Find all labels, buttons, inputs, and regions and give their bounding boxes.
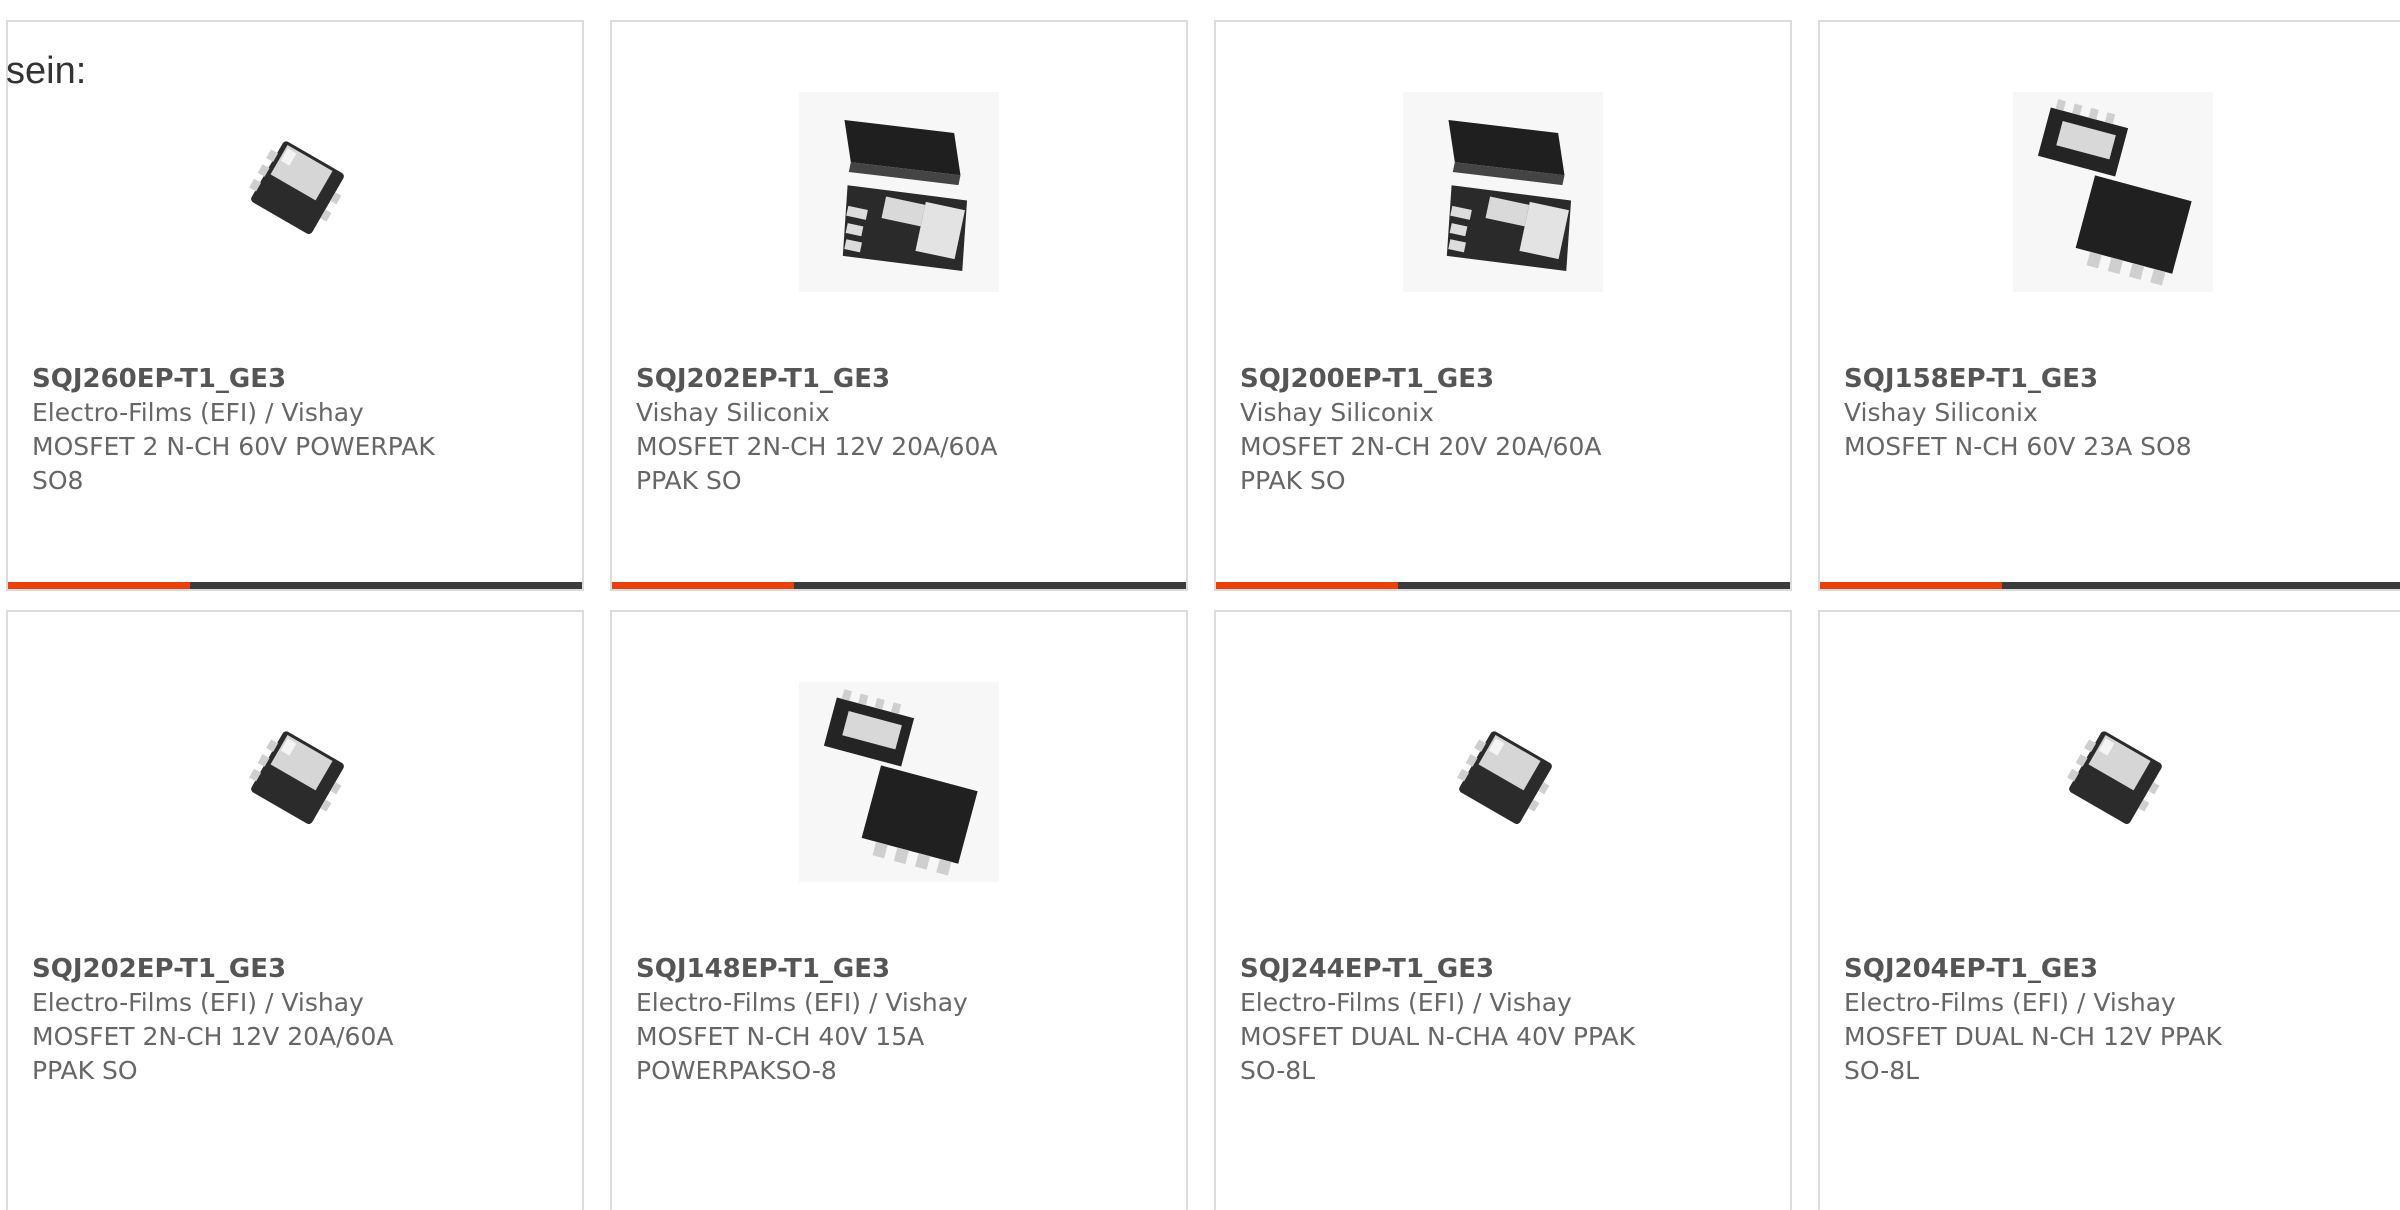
product-image[interactable] bbox=[1216, 672, 1790, 892]
part-number[interactable]: SQJ158EP-T1_GE3 bbox=[1844, 362, 2390, 396]
part-number[interactable]: SQJ202EP-T1_GE3 bbox=[32, 952, 566, 986]
manufacturer: Electro-Films (EFI) / Vishay bbox=[32, 398, 364, 427]
product-image[interactable] bbox=[612, 82, 1186, 302]
card-bottom-bar bbox=[1216, 582, 1790, 589]
product-description: MOSFET 2N-CH 12V 20A/60A PPAK SO bbox=[32, 1022, 394, 1085]
mosfet-single-package-icon bbox=[249, 141, 344, 235]
product-description: MOSFET 2N-CH 20V 20A/60A PPAK SO bbox=[1240, 432, 1602, 495]
intro-text: sein: bbox=[6, 50, 87, 92]
product-description: MOSFET 2 N-CH 60V POWERPAK SO8 bbox=[32, 432, 435, 495]
product-card[interactable]: SQJ202EP-T1_GE3 Vishay Siliconix MOSFET … bbox=[610, 20, 1188, 591]
product-description: MOSFET DUAL N-CH 12V PPAK SO-8L bbox=[1844, 1022, 2222, 1085]
product-description: MOSFET 2N-CH 12V 20A/60A PPAK SO bbox=[636, 432, 998, 495]
product-card[interactable]: SQJ204EP-T1_GE3 Electro-Films (EFI) / Vi… bbox=[1818, 610, 2400, 1210]
product-image[interactable] bbox=[8, 672, 582, 892]
mosfet-single-package-icon bbox=[1457, 731, 1552, 825]
card-bottom-bar bbox=[612, 582, 1186, 589]
part-number[interactable]: SQJ260EP-T1_GE3 bbox=[32, 362, 566, 396]
manufacturer: Electro-Films (EFI) / Vishay bbox=[1844, 988, 2176, 1017]
product-description: MOSFET N-CH 40V 15A POWERPAKSO-8 bbox=[636, 1022, 925, 1085]
product-image[interactable] bbox=[8, 82, 582, 302]
product-image[interactable] bbox=[1820, 672, 2400, 892]
mosfet-dual-view-package-icon bbox=[799, 92, 999, 292]
mosfet-single-package-icon bbox=[249, 731, 344, 825]
part-number[interactable]: SQJ204EP-T1_GE3 bbox=[1844, 952, 2390, 986]
manufacturer: Electro-Films (EFI) / Vishay bbox=[636, 988, 968, 1017]
product-image[interactable] bbox=[612, 672, 1186, 892]
manufacturer: Vishay Siliconix bbox=[1240, 398, 1434, 427]
manufacturer: Vishay Siliconix bbox=[1844, 398, 2038, 427]
manufacturer: Electro-Films (EFI) / Vishay bbox=[1240, 988, 1572, 1017]
product-card[interactable]: SQJ202EP-T1_GE3 Electro-Films (EFI) / Vi… bbox=[6, 610, 584, 1210]
mosfet-dual-view-package-icon bbox=[1403, 92, 1603, 292]
part-number[interactable]: SQJ244EP-T1_GE3 bbox=[1240, 952, 1774, 986]
manufacturer: Electro-Films (EFI) / Vishay bbox=[32, 988, 364, 1017]
part-number[interactable]: SQJ200EP-T1_GE3 bbox=[1240, 362, 1774, 396]
mosfet-top-bottom-package-icon bbox=[2013, 92, 2213, 292]
part-number[interactable]: SQJ148EP-T1_GE3 bbox=[636, 952, 1170, 986]
card-bottom-bar bbox=[1820, 582, 2400, 589]
manufacturer: Vishay Siliconix bbox=[636, 398, 830, 427]
product-card[interactable]: SQJ158EP-T1_GE3 Vishay Siliconix MOSFET … bbox=[1818, 20, 2400, 591]
mosfet-single-package-icon bbox=[2067, 731, 2162, 825]
mosfet-top-bottom-package-icon bbox=[799, 682, 999, 882]
part-number[interactable]: SQJ202EP-T1_GE3 bbox=[636, 362, 1170, 396]
product-card[interactable]: SQJ200EP-T1_GE3 Vishay Siliconix MOSFET … bbox=[1214, 20, 1792, 591]
product-image[interactable] bbox=[1820, 82, 2400, 302]
product-card[interactable]: SQJ148EP-T1_GE3 Electro-Films (EFI) / Vi… bbox=[610, 610, 1188, 1210]
product-description: MOSFET DUAL N-CHA 40V PPAK SO-8L bbox=[1240, 1022, 1635, 1085]
product-description: MOSFET N-CH 60V 23A SO8 bbox=[1844, 432, 2192, 461]
product-card[interactable]: SQJ244EP-T1_GE3 Electro-Films (EFI) / Vi… bbox=[1214, 610, 1792, 1210]
product-image[interactable] bbox=[1216, 82, 1790, 302]
product-card[interactable]: SQJ260EP-T1_GE3 Electro-Films (EFI) / Vi… bbox=[6, 20, 584, 591]
card-bottom-bar bbox=[8, 582, 582, 589]
